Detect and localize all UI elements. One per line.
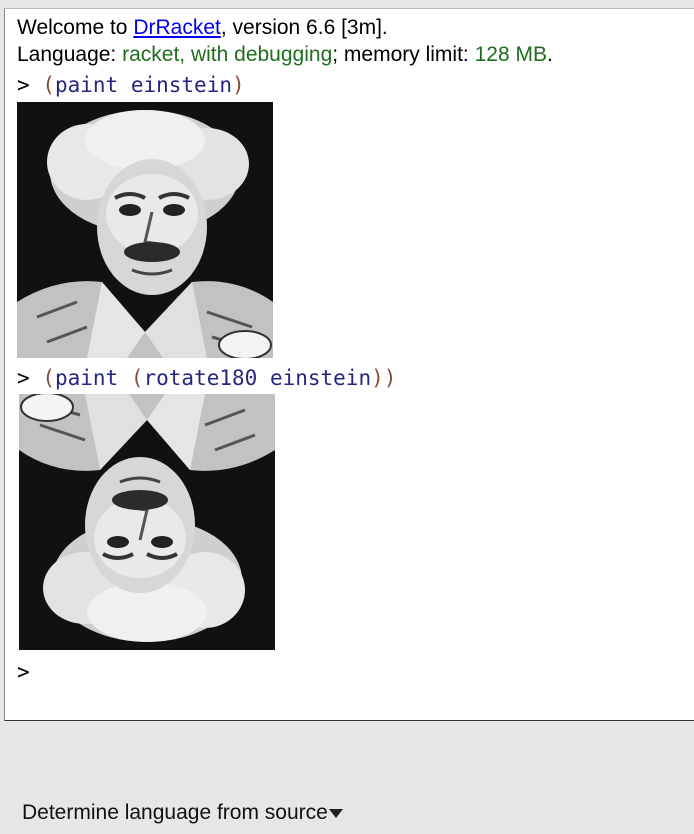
memory-limit-value: 128 MB — [474, 43, 547, 66]
repl-entry-paint: > (paint einstein) — [17, 73, 245, 97]
inner-open-paren: ( — [130, 366, 144, 390]
triangle-down-icon — [328, 808, 343, 818]
interactions-pane[interactable]: Welcome to DrRacket, version 6.6 [3m]. L… — [4, 8, 694, 721]
inner-function-name: rotate180 — [143, 366, 258, 390]
open-paren: ( — [42, 73, 55, 97]
function-name: paint — [54, 73, 119, 97]
close-paren: ) — [232, 73, 245, 97]
close-parens: )) — [371, 366, 397, 390]
repl-entry-paint-rotate180: > (paint (rotate180 einstein)) — [17, 366, 396, 390]
welcome-suffix: , version 6.6 [3m]. — [220, 16, 388, 39]
prompt-marker: > — [17, 73, 30, 97]
language-line-end: . — [546, 43, 553, 66]
open-paren: ( — [42, 366, 55, 390]
welcome-line: Welcome to DrRacket, version 6.6 [3m]. — [17, 16, 388, 40]
window-top-strip — [0, 0, 694, 8]
welcome-prefix: Welcome to — [17, 16, 134, 39]
drracket-link[interactable]: DrRacket — [133, 16, 221, 39]
argument-name: einstein — [269, 366, 372, 390]
bottom-status-bar: Determine language from source — [0, 721, 694, 834]
language-selector-dropdown[interactable]: Determine language from source — [22, 801, 343, 825]
einstein-rotated-image — [19, 394, 275, 650]
einstein-portrait-icon — [17, 102, 273, 358]
memory-limit-label: ; memory limit: — [332, 43, 475, 66]
einstein-image — [17, 102, 273, 358]
repl-empty-prompt[interactable]: > — [17, 660, 30, 684]
einstein-portrait-rotated-icon — [19, 394, 275, 650]
language-name: racket, with debugging — [122, 43, 333, 66]
prompt-marker: > — [17, 366, 30, 390]
function-name: paint — [54, 366, 119, 390]
language-selector-label: Determine language from source — [22, 801, 328, 824]
language-line: Language: racket, with debugging; memory… — [17, 43, 553, 67]
language-label: Language: — [17, 43, 123, 66]
argument-name: einstein — [130, 73, 232, 97]
